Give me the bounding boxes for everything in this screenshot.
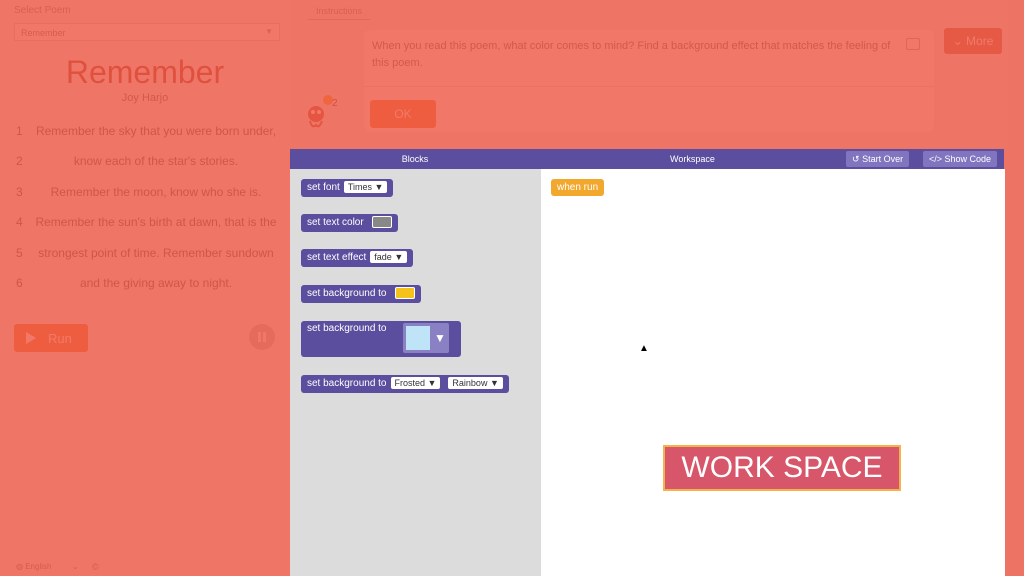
start-over-label: Start Over xyxy=(862,154,904,164)
line-text: strongest point of time. Remember sundow… xyxy=(38,246,274,260)
mascot-level: 2 xyxy=(332,98,338,109)
block-set-background-image[interactable]: set background to ▼ xyxy=(301,321,461,357)
poem-line: 3 Remember the moon, know who she is. xyxy=(10,185,280,205)
block-label: set background to xyxy=(307,288,387,299)
pause-button[interactable] xyxy=(249,324,275,350)
poem-author: Joy Harjo xyxy=(121,92,169,104)
effect-dropdown[interactable]: fade ▼ xyxy=(370,251,408,264)
chevron-down-icon: ▼ xyxy=(265,27,273,36)
more-label: More xyxy=(966,34,994,48)
block-when-run[interactable]: when run xyxy=(551,179,605,196)
image-icon[interactable] xyxy=(906,38,920,50)
line-text: and the giving away to night. xyxy=(79,276,233,290)
image-dropdown[interactable]: ▼ xyxy=(403,323,449,353)
start-over-button[interactable]: ↺ Start Over xyxy=(846,151,910,167)
poem-select-value: Remember xyxy=(21,28,66,38)
background-color-swatch[interactable] xyxy=(394,287,415,300)
globe-icon: ◍ xyxy=(16,562,23,571)
code-icon: </> xyxy=(929,154,943,164)
line-number: 6 xyxy=(16,276,23,290)
line-text: Remember the sun's birth at dawn, that i… xyxy=(35,215,277,229)
block-toolbox: set font Times ▼ set text color set text … xyxy=(290,169,541,576)
line-number: 5 xyxy=(16,246,23,260)
block-set-font[interactable]: set font Times ▼ xyxy=(301,179,394,197)
mascot-icon: 2 xyxy=(302,94,342,134)
block-set-background-color[interactable]: set background to xyxy=(301,285,421,303)
font-dropdown[interactable]: Times ▼ xyxy=(343,181,388,194)
copyright-icon[interactable]: © xyxy=(92,562,99,572)
frost-thumbnail-icon xyxy=(406,326,430,350)
ok-button[interactable]: OK xyxy=(370,100,436,128)
workspace-title: Workspace xyxy=(670,154,715,164)
block-label: set font xyxy=(307,182,340,193)
chevron-circle-icon: ⌄ xyxy=(952,34,963,48)
line-number: 1 xyxy=(16,124,23,138)
instruction-text: When you read this poem, what color come… xyxy=(372,40,891,69)
line-text: Remember the moon, know who she is. xyxy=(50,185,262,199)
show-code-button[interactable]: </> Show Code xyxy=(923,151,998,167)
run-label: Run xyxy=(48,331,72,346)
poem-panel: Select Poem Remember ▼ Remember Joy Harj… xyxy=(0,0,290,576)
block-label: set text color xyxy=(307,217,364,228)
line-text: Remember the sky that you were born unde… xyxy=(35,124,277,138)
instructions-panel: Instructions When you read this poem, wh… xyxy=(290,0,1008,148)
poem-line: 1 Remember the sky that you were born und… xyxy=(10,124,280,144)
block-label: set text effect xyxy=(307,252,367,263)
divider xyxy=(364,86,934,87)
language-label: English xyxy=(25,562,52,571)
line-number: 4 xyxy=(16,215,23,229)
line-number: 2 xyxy=(16,154,23,168)
text-color-swatch[interactable] xyxy=(371,216,392,229)
workspace-header: Workspace ↺ Start Over </> Show Code xyxy=(540,149,1004,169)
run-button[interactable]: Run xyxy=(14,324,88,352)
instruction-bubble: When you read this poem, what color come… xyxy=(364,30,934,132)
poem-line: 5 strongest point of time. Remember sundo… xyxy=(10,246,280,266)
poem-line: 4 Remember the sun's birth at dawn, that … xyxy=(10,215,280,235)
poem-select[interactable]: Remember ▼ xyxy=(14,23,280,41)
poem-line: 2 know each of the star's stories. xyxy=(10,154,280,174)
line-text: know each of the star's stories. xyxy=(73,154,239,168)
workspace-canvas[interactable]: when run ▲ WORK SPACE xyxy=(541,169,1005,576)
language-select[interactable]: ◍ English xyxy=(16,562,51,571)
pattern-dropdown[interactable]: Frosted ▼ xyxy=(390,377,441,390)
play-icon xyxy=(26,332,36,344)
refresh-icon: ↺ xyxy=(852,154,860,164)
blocks-header: Blocks xyxy=(290,149,540,169)
tab-instructions[interactable]: Instructions xyxy=(308,6,371,20)
block-set-background-pattern[interactable]: set background to Frosted ▼ Rainbow ▼ xyxy=(301,375,509,393)
workspace-caption: WORK SPACE xyxy=(663,445,901,491)
block-label: set background to xyxy=(307,378,387,389)
block-label: set background to xyxy=(307,323,387,334)
dropdown-arrow: ▼ xyxy=(434,331,446,345)
show-code-label: Show Code xyxy=(944,154,992,164)
poem-title: Remember xyxy=(65,54,225,90)
chevron-down-icon: ⌄ xyxy=(72,562,79,571)
more-button[interactable]: ⌄ More xyxy=(944,28,1002,54)
block-set-text-effect[interactable]: set text effect fade ▼ xyxy=(301,249,414,267)
palette-dropdown[interactable]: Rainbow ▼ xyxy=(448,377,503,390)
mouse-cursor-icon: ▲ xyxy=(639,343,649,354)
poem-line: 6 and the giving away to night. xyxy=(10,276,280,296)
line-number: 3 xyxy=(16,185,23,199)
select-poem-label: Select Poem xyxy=(14,5,71,16)
block-set-text-color[interactable]: set text color xyxy=(301,214,398,232)
